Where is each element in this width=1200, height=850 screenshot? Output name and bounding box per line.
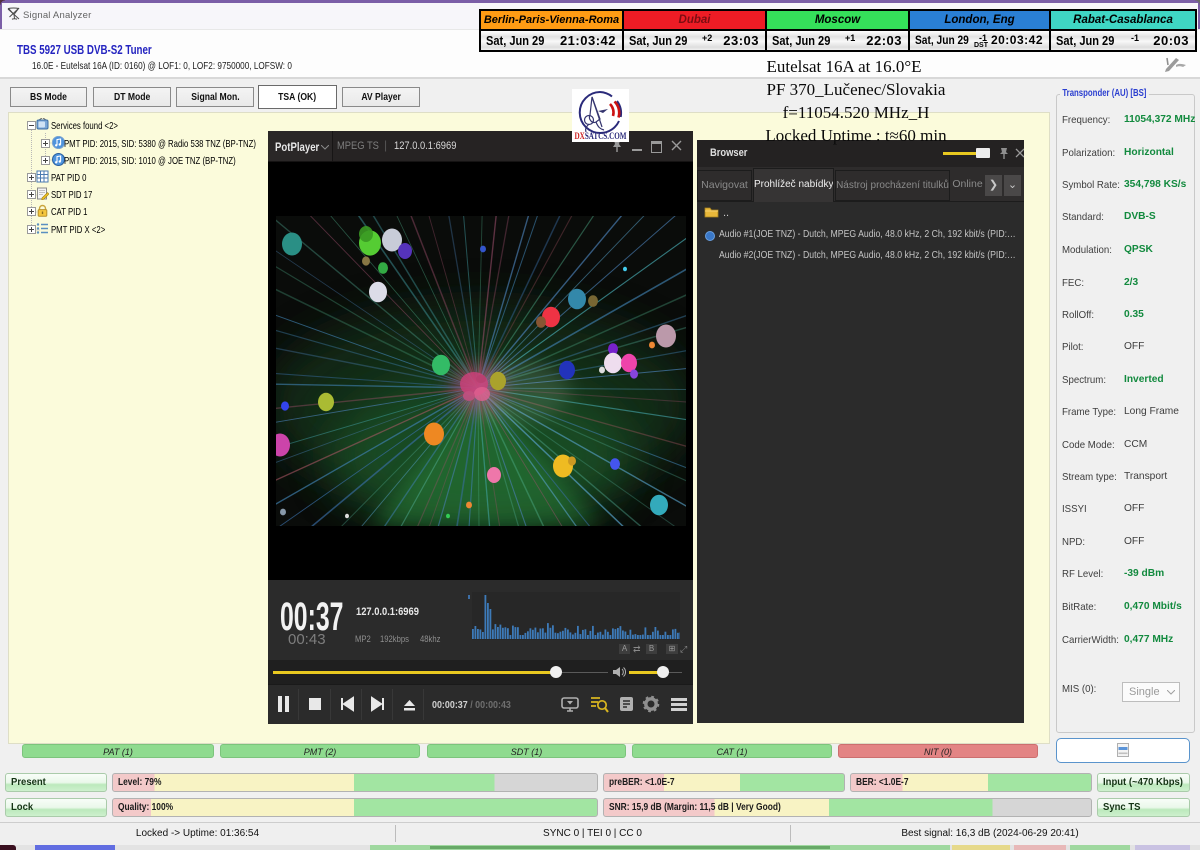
svg-text:DXSATCS.COM: DXSATCS.COM <box>575 131 627 141</box>
